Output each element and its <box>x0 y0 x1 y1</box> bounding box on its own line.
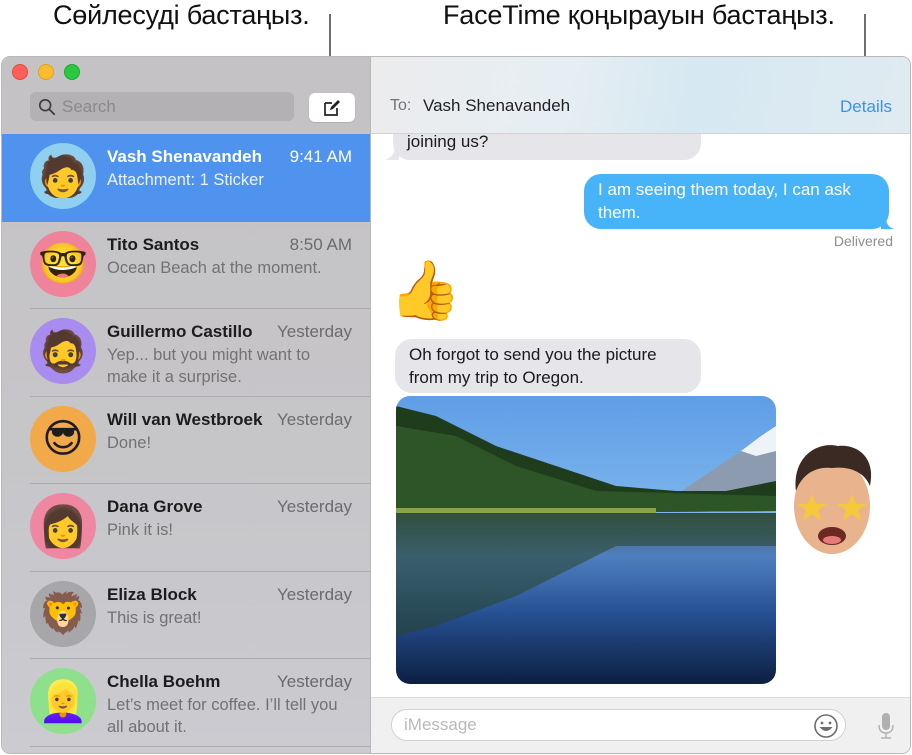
composer-bar <box>371 697 910 753</box>
photo-attachment[interactable] <box>396 396 776 684</box>
conversation-preview: Yep... but you might want to make it a s… <box>107 346 311 386</box>
recipient-name[interactable]: Vash Shenavandeh <box>423 96 570 116</box>
conversation-item[interactable]: 🦁 Eliza Block Yesterday This is great! <box>2 572 370 659</box>
sidebar: 🧑 Vash Shenavandeh 9:41 AM Attachment: 1… <box>2 57 371 753</box>
conversation-name: Eliza Block <box>107 584 197 604</box>
memoji-icon: 🧔 <box>38 329 88 374</box>
conversation-preview: Pink it is! <box>107 521 174 539</box>
memoji-icon: 👱‍♀️ <box>38 679 88 724</box>
avatar: 👩 <box>30 493 96 559</box>
search-icon <box>38 98 56 115</box>
conversation-preview: Ocean Beach at the moment. <box>107 258 322 277</box>
avatar: 🧑 <box>30 143 96 209</box>
conversation-list: 🧑 Vash Shenavandeh 9:41 AM Attachment: 1… <box>2 134 370 747</box>
avatar: 🧔 <box>30 318 96 384</box>
conversation-time: Yesterday <box>277 409 352 429</box>
bubble-tail <box>881 217 895 229</box>
zoom-button[interactable] <box>64 64 80 80</box>
delivered-status: Delivered <box>833 233 893 249</box>
conversation-time: Yesterday <box>277 672 352 691</box>
memoji-icon: 🦁 <box>38 592 88 636</box>
callout-facetime: FaceTime қоңырауын бастаңыз. <box>443 0 835 30</box>
conversation-name: Dana Grove <box>107 497 203 516</box>
message-bubble-outgoing[interactable]: I am seeing them today, I can ask them. <box>584 174 889 229</box>
conversation-name: Chella Boehm <box>107 672 221 691</box>
close-button[interactable] <box>12 64 28 80</box>
messages-window: 🧑 Vash Shenavandeh 9:41 AM Attachment: 1… <box>1 56 911 754</box>
minimize-button[interactable] <box>38 64 54 80</box>
microphone-icon[interactable] <box>876 712 896 740</box>
conversation-item[interactable]: 👩 Dana Grove Yesterday Pink it is! <box>2 484 370 572</box>
divider <box>30 745 370 747</box>
conversation-time: 8:50 AM <box>289 234 352 254</box>
message-field[interactable] <box>391 709 846 741</box>
conversation-item[interactable]: 😎 Will van Westbroek Yesterday Done! <box>2 397 370 484</box>
lake-photo <box>396 396 776 684</box>
thumbs-up-icon[interactable]: 👍 <box>389 262 461 320</box>
conversation-time: Yesterday <box>277 322 352 341</box>
conversation-name: Vash Shenavandeh <box>107 147 262 166</box>
to-label: To: <box>390 97 412 114</box>
message-bubble-incoming[interactable]: Oh forgot to send you the picture from m… <box>395 339 701 393</box>
conversation-header: To: Vash Shenavandeh Details <box>371 57 910 134</box>
conversation-name: Tito Santos <box>107 234 200 254</box>
conversation-time: Yesterday <box>277 497 352 516</box>
details-button[interactable]: Details <box>840 97 892 117</box>
memoji-sticker[interactable] <box>788 436 876 566</box>
conversation-item[interactable]: 🧑 Vash Shenavandeh 9:41 AM Attachment: 1… <box>2 134 370 222</box>
conversation-item[interactable]: 🤓 Tito Santos 8:50 AM Ocean Beach at the… <box>2 222 370 309</box>
memoji-icon: 🤓 <box>38 242 88 286</box>
compose-icon <box>324 99 340 116</box>
emoji-icon[interactable] <box>813 713 839 739</box>
conversation-item[interactable]: 👱‍♀️ Chella Boehm Yesterday Let’s meet f… <box>2 659 370 747</box>
callout-compose: Сөйлесуді бастаңыз. <box>53 0 310 30</box>
conversation-item[interactable]: 🧔 Guillermo Castillo Yesterday Yep... bu… <box>2 309 370 397</box>
window-controls <box>12 64 80 80</box>
memoji-icon: 😎 <box>42 416 84 461</box>
compose-button[interactable] <box>309 93 355 122</box>
avatar: 🤓 <box>30 230 96 297</box>
conversation-pane: To: Vash Shenavandeh Details joining us?… <box>371 57 910 753</box>
conversation-preview: This is great! <box>107 608 202 627</box>
conversation-preview: Attachment: 1 Sticker <box>107 171 264 189</box>
conversation-time: 9:41 AM <box>289 147 352 166</box>
bubble-tail <box>385 146 399 160</box>
conversation-preview: Let’s meet for coffee. I’ll tell you all… <box>107 696 338 736</box>
search-input[interactable] <box>62 96 282 117</box>
conversation-time: Yesterday <box>277 584 352 604</box>
avatar: 😎 <box>30 405 96 472</box>
avatar: 👱‍♀️ <box>30 668 96 734</box>
message-bubble-incoming[interactable]: joining us? <box>393 134 701 160</box>
avatar: 🦁 <box>30 580 96 647</box>
conversation-name: Guillermo Castillo <box>107 322 253 341</box>
message-input[interactable] <box>404 715 804 735</box>
search-field[interactable] <box>30 92 294 121</box>
memoji-icon: 🧑 <box>38 154 88 199</box>
memoji-icon: 👩 <box>38 504 88 549</box>
message-transcript[interactable]: joining us? I am seeing them today, I ca… <box>371 134 910 697</box>
conversation-name: Will van Westbroek <box>107 409 263 429</box>
conversation-preview: Done! <box>107 433 152 452</box>
memoji-star-eyes-icon <box>794 445 872 554</box>
